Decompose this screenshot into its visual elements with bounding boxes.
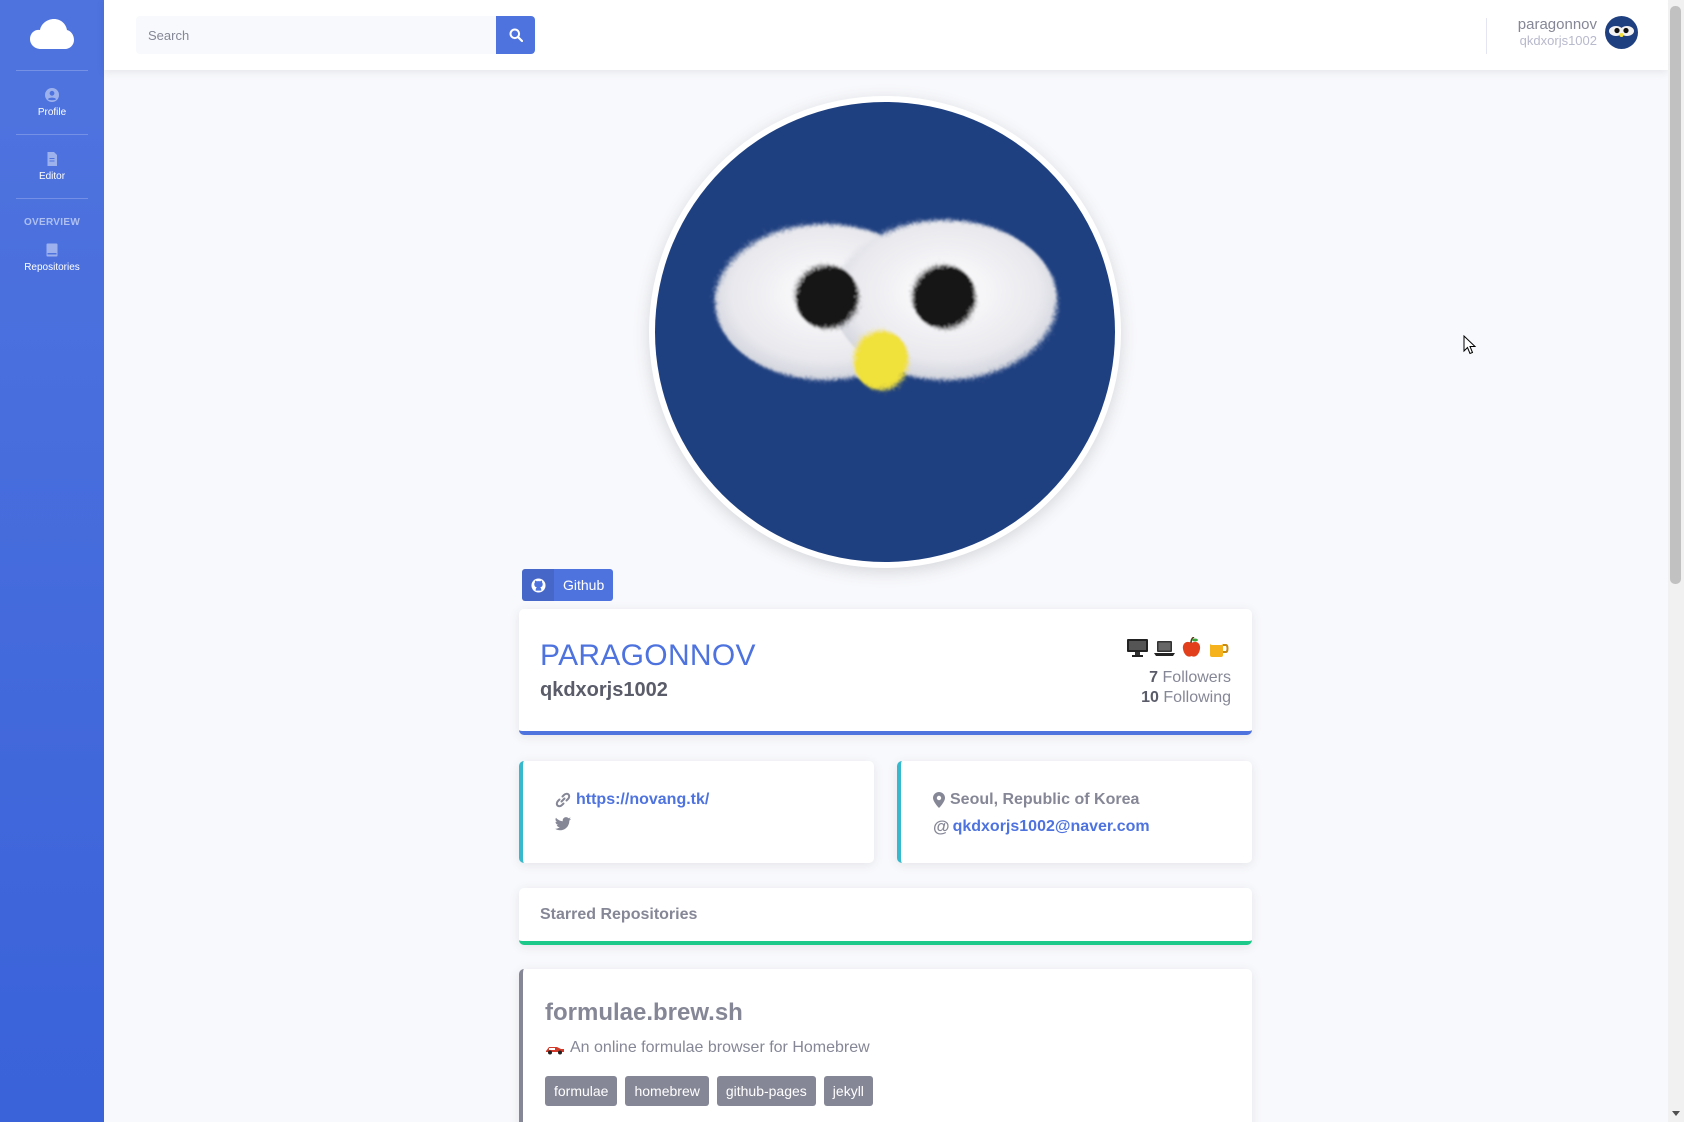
profile-login: qkdxorjs1002	[540, 679, 668, 701]
repo-tag[interactable]: formulae	[545, 1076, 618, 1106]
sidebar-item-label: Profile	[37, 106, 67, 118]
sidebar-divider	[16, 198, 88, 199]
starred-title: Starred Repositories	[540, 906, 698, 923]
at-sign-icon: @	[933, 817, 950, 836]
beer-mug-icon	[1207, 637, 1230, 658]
repo-name[interactable]: formulae.brew.sh	[545, 999, 743, 1027]
repo-description: An online formulae browser for Homebrew	[545, 1039, 870, 1057]
following-label: Following	[1163, 689, 1231, 706]
book-icon	[46, 243, 58, 257]
followers-label: Followers	[1162, 669, 1231, 686]
user-display-name: paragonnov	[1517, 16, 1597, 33]
sidebar: Profile Editor OVERVIEW Repositories	[0, 0, 104, 1122]
contact-card: Seoul, Republic of Korea @ qkdxorjs1002@…	[897, 761, 1252, 863]
sidebar-item-label: Editor	[38, 170, 66, 182]
sidebar-item-repositories[interactable]: Repositories	[0, 228, 104, 288]
search-button[interactable]	[496, 16, 535, 54]
search-icon	[509, 28, 523, 42]
repo-description-text: An online formulae browser for Homebrew	[570, 1039, 870, 1056]
search-form	[136, 16, 535, 54]
follow-stats: 7 Followers 10 Following	[1141, 668, 1231, 708]
location-text: Seoul, Republic of Korea	[950, 791, 1140, 808]
email-row: @ qkdxorjs1002@naver.com	[933, 817, 1150, 837]
search-input[interactable]	[136, 16, 496, 54]
location-row: Seoul, Republic of Korea	[933, 791, 1139, 809]
github-button-label: Github	[563, 577, 605, 593]
profile-card: PARAGONNOV qkdxorjs1002 7 Followers 10 F…	[519, 609, 1252, 735]
following-count: 10	[1141, 689, 1159, 706]
twitter-row	[555, 817, 576, 831]
laptop-icon	[1153, 637, 1176, 658]
repo-tags: formulae homebrew github-pages jekyll	[545, 1076, 873, 1106]
mouse-cursor-icon	[1463, 335, 1477, 355]
profile-name: PARAGONNOV	[540, 639, 756, 672]
file-icon	[47, 151, 57, 166]
desktop-computer-icon	[1126, 637, 1149, 658]
repo-card: formulae.brew.sh An online formulae brow…	[519, 969, 1252, 1122]
sidebar-item-editor[interactable]: Editor	[0, 135, 104, 198]
user-menu[interactable]: paragonnov qkdxorjs1002	[1518, 16, 1638, 49]
racing-car-icon	[545, 1042, 565, 1055]
github-icon	[522, 569, 554, 601]
profile-avatar-frame	[649, 96, 1121, 568]
followers-count: 7	[1149, 669, 1159, 686]
scroll-down-arrow-icon[interactable]	[1671, 1110, 1681, 1118]
repo-tag[interactable]: jekyll	[823, 1076, 873, 1106]
sidebar-item-label: Repositories	[24, 262, 80, 273]
status-emojis	[1126, 636, 1230, 658]
avatar	[1605, 16, 1638, 49]
email-link[interactable]: qkdxorjs1002@naver.com	[953, 818, 1150, 836]
website-link[interactable]: https://novang.tk/	[576, 791, 709, 809]
cloud-icon	[30, 19, 74, 49]
link-icon	[555, 792, 571, 808]
brand-logo[interactable]	[0, 0, 104, 70]
sidebar-item-profile[interactable]: Profile	[0, 71, 104, 134]
starred-header-card: Starred Repositories	[519, 888, 1252, 945]
website-row: https://novang.tk/	[555, 791, 709, 809]
github-button[interactable]: Github	[522, 569, 613, 601]
repo-tag[interactable]: homebrew	[625, 1076, 709, 1106]
apple-icon	[1180, 636, 1203, 658]
twitter-icon[interactable]	[555, 817, 571, 831]
links-card: https://novang.tk/	[519, 761, 874, 863]
user-login: qkdxorjs1002	[1519, 33, 1597, 48]
repo-tag[interactable]: github-pages	[716, 1076, 816, 1106]
following-stat[interactable]: 10 Following	[1141, 688, 1231, 708]
topbar: paragonnov qkdxorjs1002	[104, 0, 1668, 70]
followers-stat[interactable]: 7 Followers	[1141, 668, 1231, 688]
topbar-divider	[1486, 18, 1487, 54]
sidebar-heading: OVERVIEW	[23, 217, 81, 228]
map-marker-icon	[933, 792, 945, 808]
scrollbar-thumb[interactable]	[1670, 6, 1681, 584]
profile-avatar	[655, 102, 1115, 562]
user-circle-icon	[45, 87, 59, 102]
